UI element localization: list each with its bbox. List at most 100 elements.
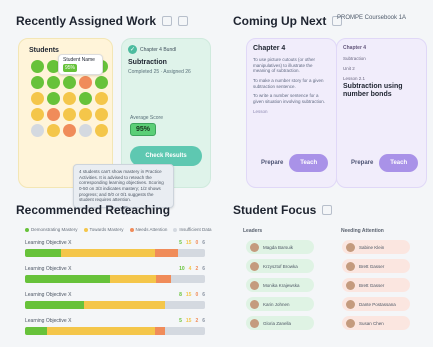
student-focus-title: Student Focus: [233, 203, 333, 217]
recently-assigned-title: Recently Assigned Work: [16, 14, 189, 28]
objective-bar-segment: [25, 327, 47, 335]
avatar: [250, 261, 259, 271]
objective-bar: [25, 249, 205, 257]
objective-bar-segment: [154, 249, 178, 257]
coming-up-title: Coming Up Next: [233, 14, 343, 28]
student-tooltip: Student Name 95%: [58, 54, 103, 75]
prepare-button[interactable]: Prepare: [345, 159, 379, 167]
student-dot[interactable]: [31, 108, 44, 121]
objective-bar-segment: [25, 275, 110, 283]
chapter-title: Chapter 4: [253, 45, 286, 52]
objective-count: 15: [185, 292, 192, 298]
assignment-title: Subtraction: [128, 59, 167, 66]
average-score-label: Average Score: [130, 115, 163, 121]
coming-up-label: Coming Up Next: [233, 14, 327, 28]
legend-item: Demonstrating Mastery: [25, 227, 78, 232]
objective-bar: [25, 327, 205, 335]
student-dot[interactable]: [63, 76, 76, 89]
students-title: Students: [29, 47, 59, 54]
student-name: Magda Barsuik: [263, 244, 294, 250]
student-pill[interactable]: Dante Postassana: [342, 297, 410, 311]
lesson-link[interactable]: Lesson: [253, 109, 330, 114]
student-pill[interactable]: Susan Chen: [342, 316, 410, 330]
objective-bar: [25, 301, 205, 309]
objective-count: 6: [202, 318, 205, 324]
assignment-chip: ✓ Chapter 4 Bundl: [128, 45, 204, 54]
student-dot[interactable]: [31, 60, 44, 73]
avatar: [346, 261, 355, 271]
objective-counts: 5 15 2 6: [179, 318, 205, 324]
student-pill[interactable]: Gloria Zanella: [246, 316, 314, 330]
lesson-number: Lesson 2.1: [343, 76, 366, 81]
objective-count: 5: [179, 240, 182, 246]
student-dot[interactable]: [95, 108, 108, 121]
student-pill[interactable]: Krzysztof Browka: [246, 259, 314, 273]
student-dot[interactable]: [31, 76, 44, 89]
teach-button[interactable]: Teach: [289, 154, 328, 172]
legend-label: Demonstrating Mastery: [31, 227, 78, 232]
copy-icon[interactable]: [162, 16, 173, 26]
objective-counts: 10 4 2 6: [179, 266, 205, 272]
legend-dot: [129, 227, 134, 232]
avatar: [250, 318, 259, 328]
student-name: Dante Postassana: [359, 301, 396, 307]
objective-name: Learning Objective X: [25, 240, 72, 246]
student-pill[interactable]: Brett Gasser: [342, 259, 410, 273]
objective-counts: 5 15 0 6: [179, 240, 205, 246]
objective-bar-segment: [25, 301, 85, 309]
objective-count: 2: [195, 318, 199, 324]
objective-row[interactable]: Learning Objective X 10 4 2 6: [25, 266, 205, 283]
objective-bar-segment: [84, 301, 166, 309]
objective-bar-segment: [177, 249, 205, 257]
coming-card-chapter: Chapter 4 To use picture cutouts (or oth…: [246, 38, 337, 188]
legend-item: Needs Attention: [129, 227, 167, 232]
student-dot[interactable]: [79, 92, 92, 105]
student-dot[interactable]: [47, 124, 60, 137]
student-dot[interactable]: [63, 124, 76, 137]
copy-icon[interactable]: [322, 205, 333, 215]
student-dot[interactable]: [79, 108, 92, 121]
objective-bar-segment: [154, 327, 166, 335]
student-dot[interactable]: [95, 124, 108, 137]
objective-bar-segment: [109, 275, 157, 283]
objective-bar-segment: [46, 327, 155, 335]
student-dot[interactable]: [63, 108, 76, 121]
check-results-button[interactable]: Check Results: [130, 146, 202, 166]
student-dot[interactable]: [95, 92, 108, 105]
coming-card-lesson: Chapter 4 Subtraction Unit 2 Lesson 2.1 …: [336, 38, 427, 188]
student-pill[interactable]: Karin Johnen: [246, 297, 314, 311]
student-name: Monika Krajewska: [263, 282, 300, 288]
objective-count: 2: [195, 266, 199, 272]
student-dot[interactable]: [31, 124, 44, 137]
assignment-chip-label: Chapter 4 Bundl: [140, 46, 177, 53]
objective-count: 4: [188, 266, 192, 272]
student-name: Karin Johnen: [263, 301, 290, 307]
objective-count: 6: [202, 240, 205, 246]
student-dot[interactable]: [63, 92, 76, 105]
student-pill[interactable]: Monika Krajewska: [246, 278, 314, 292]
student-dot[interactable]: [95, 76, 108, 89]
avatar: [250, 299, 259, 309]
objective-count: 6: [202, 292, 205, 298]
student-pill[interactable]: Sabine Klein: [342, 240, 410, 254]
student-pill[interactable]: Brett Gasser: [342, 278, 410, 292]
objective-bar-segment: [170, 275, 205, 283]
student-dot[interactable]: [47, 108, 60, 121]
avatar: [346, 280, 355, 290]
refresh-icon[interactable]: [178, 16, 189, 26]
recently-assigned-label: Recently Assigned Work: [16, 14, 157, 28]
objective-row[interactable]: Learning Objective X 5 15 0 6: [25, 240, 205, 257]
teach-button[interactable]: Teach: [379, 154, 418, 172]
reteaching-legend: Demonstrating Mastery Towards Mastery Need…: [25, 227, 212, 232]
objective-row[interactable]: Learning Objective X 8 15 0 6: [25, 292, 205, 309]
prepare-button[interactable]: Prepare: [255, 159, 289, 167]
objective-row[interactable]: Learning Objective X 5 15 2 6: [25, 318, 205, 335]
objective-header: Learning Objective X 5 15 2 6: [25, 318, 205, 324]
student-dot[interactable]: [79, 124, 92, 137]
student-dot[interactable]: [79, 76, 92, 89]
student-dot[interactable]: [31, 92, 44, 105]
recommended-reteaching-label: Recommended Reteaching: [16, 203, 171, 217]
student-dot[interactable]: [47, 76, 60, 89]
student-dot[interactable]: [47, 92, 60, 105]
student-pill[interactable]: Magda Barsuik: [246, 240, 314, 254]
